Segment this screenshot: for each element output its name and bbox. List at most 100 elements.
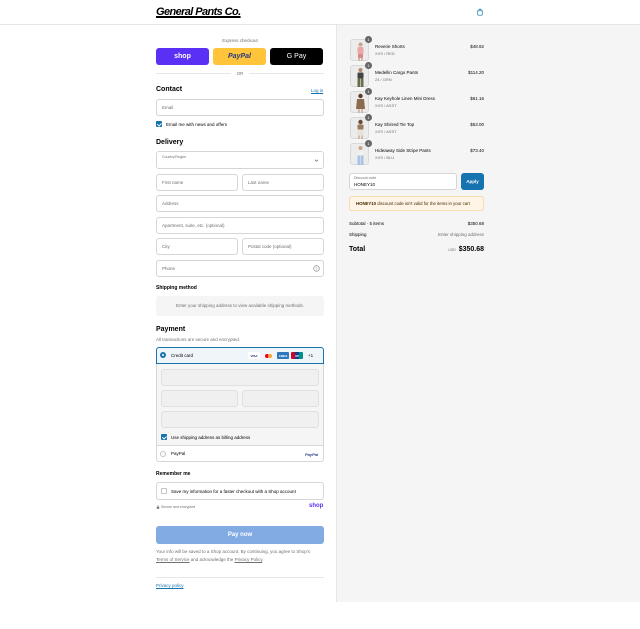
- billing-address-label: Use shipping address as billing address: [171, 434, 251, 440]
- terms-of-service-link[interactable]: Terms of Service: [156, 557, 190, 562]
- last-name-field[interactable]: Last name: [242, 174, 324, 191]
- divider-left: [156, 73, 231, 74]
- address-placeholder: Address: [162, 201, 179, 206]
- amex-card-icon: AMEX: [277, 352, 289, 359]
- apartment-field[interactable]: Apartment, suite, etc. (optional): [156, 217, 324, 234]
- first-name-placeholder: First name: [162, 180, 184, 185]
- subtotal-value: $350.68: [467, 221, 484, 226]
- expiration-date-field[interactable]: [161, 390, 238, 407]
- paypal-option-label: PayPal: [171, 451, 186, 456]
- apartment-placeholder: Apartment, suite, etc. (optional): [162, 223, 225, 228]
- cart-item-price: $61.16: [470, 96, 484, 101]
- shop-brand-logo: shop: [309, 503, 324, 509]
- legal-middle: and acknowledge the: [189, 556, 235, 562]
- cart-item-name: Kay Keyhole Linen Mini Dress: [375, 96, 436, 101]
- visa-card-icon: VISA: [248, 352, 260, 359]
- pay-now-button[interactable]: Pay now: [156, 526, 324, 544]
- total-value: $350.68: [458, 246, 484, 253]
- discount-code-value: HONEY10: [354, 181, 376, 187]
- visa-text: VISA: [250, 353, 258, 358]
- chevron-down-icon: [314, 159, 319, 162]
- postal-code-field[interactable]: Postal code (optional): [242, 238, 324, 255]
- cart-item-price: $53.00: [470, 122, 484, 127]
- billing-address-checkbox[interactable]: [161, 434, 167, 440]
- svg-text:?: ?: [315, 267, 317, 271]
- payment-heading: Payment: [156, 326, 186, 333]
- shipping-value: Enter shipping address: [437, 232, 484, 237]
- express-checkout-title: Express checkout: [222, 38, 258, 43]
- postal-code-placeholder: Postal code (optional): [248, 244, 292, 249]
- phone-field[interactable]: Phone ?: [156, 260, 324, 277]
- more-cards-badge: +1: [308, 352, 314, 358]
- credit-card-label: Credit card: [171, 352, 194, 358]
- cart-item-price: $114.20: [468, 70, 484, 75]
- credit-card-radio[interactable]: [160, 352, 166, 358]
- cart-item-variant: XXS / BLU: [375, 155, 395, 160]
- shipping-method-message: Enter your shipping address to view avai…: [156, 296, 324, 316]
- total-amount: USD $350.68: [448, 246, 484, 253]
- newsletter-label: Email me with news and offers: [166, 121, 227, 127]
- paypal-radio[interactable]: [160, 450, 166, 457]
- cart-item-variant: XXS / RED: [375, 51, 395, 56]
- unionpay-card-icon: UP: [291, 352, 303, 359]
- security-code-field[interactable]: [242, 390, 319, 407]
- first-name-field[interactable]: First name: [156, 174, 238, 191]
- cart-item-name: Medellin Cargo Pants: [375, 70, 419, 75]
- country-label: Country/Region: [162, 155, 187, 159]
- product-image: [356, 93, 365, 113]
- order-summary-panel: [336, 25, 640, 602]
- shopping-bag-icon[interactable]: [476, 8, 484, 16]
- legal-line: Your info will be saved to a Shop accoun…: [156, 549, 311, 554]
- page-bottom: [0, 602, 640, 629]
- cart-item-price: $48.92: [470, 44, 484, 49]
- discount-error-banner: HONEY10 discount code isn't valid for th…: [349, 196, 484, 211]
- mastercard-icon: [263, 352, 275, 359]
- paypal-logo: PayPal: [305, 451, 319, 457]
- cart-item-name: Kay Shirred Tie Top: [375, 122, 415, 127]
- country-select[interactable]: Country/Region: [156, 151, 324, 169]
- save-info-label: Save my information for a faster checkou…: [171, 488, 296, 494]
- log-in-link[interactable]: Log in: [311, 88, 323, 93]
- legal-text: Your info will be saved to a Shop accoun…: [156, 548, 324, 563]
- shop-pay-button[interactable]: shop: [156, 48, 209, 65]
- subtotal-label: Subtotal · 5 items: [349, 221, 385, 226]
- cart-item-price: $73.40: [470, 148, 484, 153]
- product-thumbnail: 1: [350, 140, 372, 165]
- save-info-checkbox[interactable]: [161, 488, 167, 494]
- product-image: [357, 119, 364, 139]
- card-number-field[interactable]: [161, 369, 319, 386]
- unionpay-text: UP: [294, 353, 300, 358]
- delivery-heading: Delivery: [156, 139, 184, 146]
- product-image: [357, 42, 364, 61]
- city-field[interactable]: City: [156, 238, 238, 255]
- amex-text: AMEX: [278, 353, 288, 358]
- product-thumbnail: 1: [350, 88, 372, 113]
- or-divider-label: OR: [236, 71, 244, 76]
- quantity-badge: 1: [365, 36, 372, 43]
- header: General Pants Co.: [0, 0, 640, 25]
- divider-right: [249, 73, 324, 74]
- last-name-placeholder: Last name: [248, 180, 270, 185]
- apply-discount-button[interactable]: Apply: [461, 173, 484, 190]
- lock-icon: [156, 505, 160, 509]
- discount-error-code: HONEY10: [356, 201, 377, 206]
- address-field[interactable]: Address: [156, 195, 324, 212]
- discount-code-field[interactable]: Discount code HONEY10: [349, 173, 457, 190]
- cart-item-variant: 24 / GRN: [375, 77, 392, 82]
- help-icon[interactable]: ?: [313, 265, 320, 272]
- store-logo[interactable]: General Pants Co.: [156, 6, 241, 18]
- shop-privacy-link[interactable]: Privacy Policy: [235, 557, 263, 562]
- google-pay-label: G Pay: [286, 53, 307, 60]
- newsletter-checkbox[interactable]: [156, 121, 162, 127]
- secure-encrypted-label: Secure and encrypted: [161, 505, 196, 509]
- name-on-card-field[interactable]: [161, 411, 319, 428]
- cart-item-variant: XXS / ASST: [375, 129, 397, 134]
- discount-error-text: discount code isn't valid for the items …: [376, 201, 470, 206]
- google-pay-button[interactable]: G Pay: [270, 48, 323, 65]
- privacy-policy-link[interactable]: Privacy policy: [156, 583, 184, 588]
- currency-code: USD: [448, 248, 456, 252]
- email-placeholder: Email: [162, 105, 174, 110]
- product-image: [357, 146, 364, 165]
- email-field[interactable]: Email: [156, 99, 324, 116]
- paypal-express-button[interactable]: PayPal: [213, 48, 266, 65]
